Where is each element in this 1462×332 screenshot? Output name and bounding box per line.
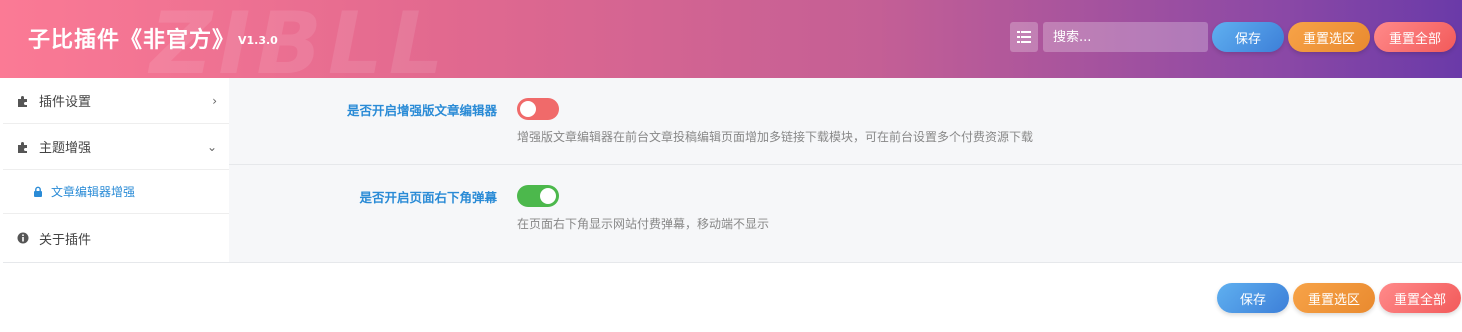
sidebar-subitem-editor-enhance[interactable]: 文章编辑器增强	[3, 170, 229, 214]
info-icon	[17, 232, 31, 244]
header-bar: ZIBLL 子比插件《非官方》 V1.3.0 保存 重置选区 重置全部	[0, 0, 1462, 78]
header-reset-section-button[interactable]: 重置选区	[1288, 22, 1370, 52]
setting-row: 是否开启增强版文章编辑器 增强版文章编辑器在前台文章投稿编辑页面增加多链接下载模…	[229, 78, 1462, 165]
puzzle-icon	[17, 141, 31, 153]
sidebar: 插件设置 › 主题增强 ⌄ 文章编辑器增强 关于插件	[3, 78, 229, 262]
setting-label: 是否开启增强版文章编辑器	[346, 103, 497, 118]
sidebar-item-plugin-settings[interactable]: 插件设置 ›	[3, 78, 229, 124]
lock-icon	[33, 186, 43, 197]
chevron-down-icon: ⌄	[206, 139, 217, 154]
setting-row: 是否开启页面右下角弹幕 在页面右下角显示网站付费弹幕，移动端不显示	[229, 165, 1462, 262]
puzzle-icon	[17, 95, 31, 107]
toggle-knob	[540, 188, 556, 204]
barrage-toggle[interactable]	[517, 185, 559, 207]
footer-reset-section-button[interactable]: 重置选区	[1293, 283, 1375, 313]
setting-description: 增强版文章编辑器在前台文章投稿编辑页面增加多链接下载模块，可在前台设置多个付费资…	[517, 130, 1034, 144]
sidebar-item-label: 关于插件	[39, 232, 92, 248]
chevron-right-icon: ›	[212, 93, 217, 108]
header-reset-all-button[interactable]: 重置全部	[1374, 22, 1456, 52]
sidebar-item-label: 文章编辑器增强	[51, 185, 136, 199]
footer-reset-all-button[interactable]: 重置全部	[1379, 283, 1461, 313]
sidebar-item-about[interactable]: 关于插件	[3, 215, 229, 261]
toggle-knob	[520, 101, 536, 117]
footer-save-button[interactable]: 保存	[1217, 283, 1289, 313]
footer-bar: 保存 重置选区 重置全部	[3, 262, 1462, 332]
app-title: 子比插件《非官方》	[28, 28, 236, 53]
search-input[interactable]	[1043, 22, 1208, 52]
header-save-button[interactable]: 保存	[1212, 22, 1284, 52]
settings-panel: 是否开启增强版文章编辑器 增强版文章编辑器在前台文章投稿编辑页面增加多链接下载模…	[229, 78, 1462, 262]
version-label: V1.3.0	[238, 34, 278, 47]
sidebar-item-label: 主题增强	[39, 141, 92, 156]
editor-enhance-toggle[interactable]	[517, 98, 559, 120]
sidebar-item-label: 插件设置	[39, 95, 92, 110]
setting-label: 是否开启页面右下角弹幕	[359, 190, 497, 205]
list-icon[interactable]	[1010, 22, 1038, 52]
setting-description: 在页面右下角显示网站付费弹幕，移动端不显示	[517, 217, 770, 231]
sidebar-item-theme-enhance[interactable]: 主题增强 ⌄	[3, 124, 229, 170]
